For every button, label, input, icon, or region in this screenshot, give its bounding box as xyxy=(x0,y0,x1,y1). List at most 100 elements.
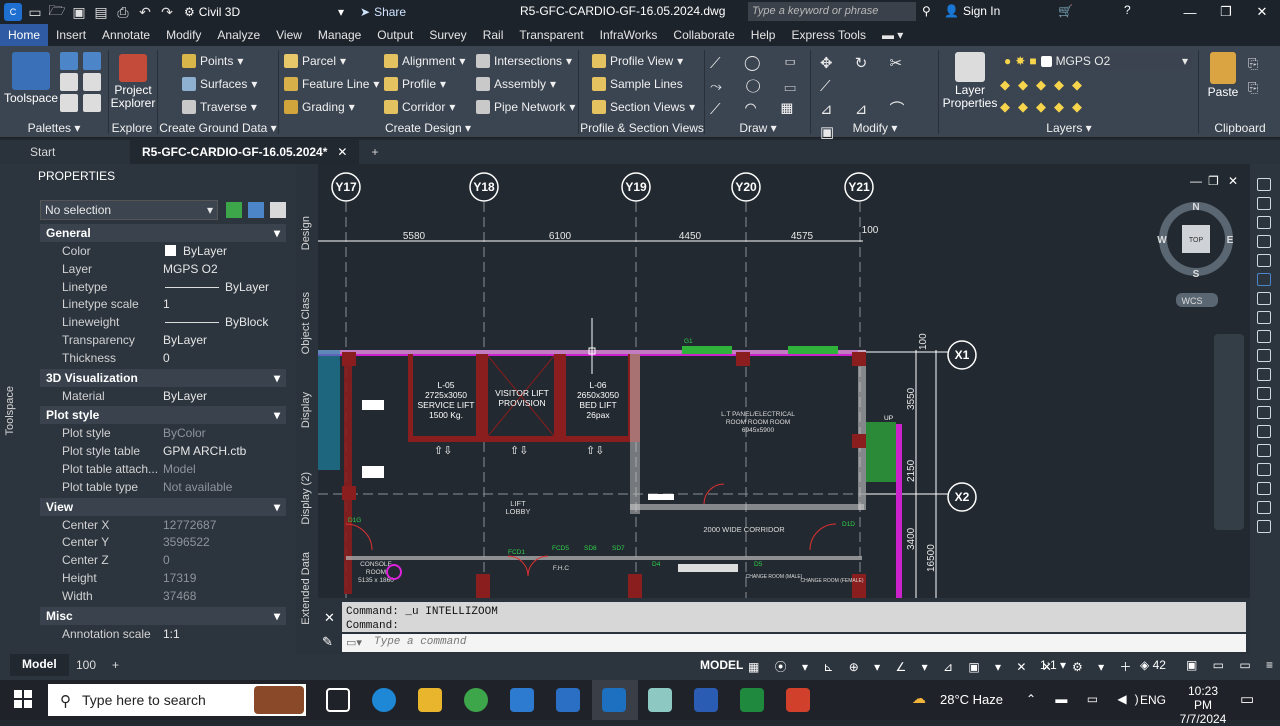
section-vis3d[interactable]: 3D Visualization ▾ xyxy=(40,368,286,387)
tool-icon[interactable] xyxy=(1257,482,1271,495)
ground-panel-label[interactable]: Create Ground Data ▾ xyxy=(158,121,278,135)
task-view-icon[interactable] xyxy=(326,688,350,712)
tab-model[interactable]: Model xyxy=(10,654,69,676)
design-panel-label[interactable]: Create Design ▾ xyxy=(280,121,576,135)
wcs-menu[interactable]: WCS xyxy=(1182,296,1203,306)
tab-infraworks[interactable]: InfraWorks xyxy=(592,24,666,46)
chrome-icon[interactable] xyxy=(464,688,488,712)
ribbon-toggle-icon[interactable]: ▬ ▾ xyxy=(874,24,911,46)
property-row[interactable]: Layer MGPS O2 xyxy=(40,260,286,278)
tool-icon[interactable] xyxy=(1257,330,1271,343)
status-right-icons[interactable]: ▣ ▭ ▭ ≡ xyxy=(1186,658,1279,672)
assembly-button[interactable]: Assembly ▾ xyxy=(476,77,556,91)
intersections-button[interactable]: Intersections ▾ xyxy=(476,54,572,68)
vtab-display-2[interactable]: Display (2) xyxy=(300,472,312,525)
command-prompt-icon[interactable]: ▭▾ xyxy=(346,636,362,649)
elevation-count[interactable]: ◈ 42 xyxy=(1140,658,1166,672)
tool-icon[interactable] xyxy=(1257,292,1271,305)
vtab-design[interactable]: Design xyxy=(300,216,312,250)
viewport-minimize-icon[interactable]: — xyxy=(1190,174,1202,188)
mail-icon[interactable] xyxy=(556,688,580,712)
green-app-icon[interactable] xyxy=(740,688,764,712)
viewport-close-icon[interactable]: ✕ xyxy=(1228,174,1238,188)
compass-w[interactable]: W xyxy=(1157,235,1167,246)
tool-icon[interactable] xyxy=(1257,197,1271,210)
layer-tools[interactable]: ◆◆◆◆◆ ◆◆◆◆◆ xyxy=(1000,74,1090,118)
tool-icon[interactable] xyxy=(1257,444,1271,457)
property-row[interactable]: Color ByLayer xyxy=(40,242,286,260)
section-plot[interactable]: Plot style ▾ xyxy=(40,406,286,425)
tool-icon[interactable] xyxy=(1257,349,1271,362)
redo-icon[interactable]: ↷ xyxy=(158,3,176,21)
draw-tools[interactable]: ⟋ ◯ ▭ ⤳ ◯ ▭ ⟋ ◠ ▦ xyxy=(710,52,806,121)
autocad-icon[interactable] xyxy=(786,688,810,712)
command-input[interactable]: Type a command xyxy=(342,634,1246,652)
section-general[interactable]: General ▾ xyxy=(40,224,286,242)
status-tools[interactable]: ⚙ ▾ ＋ xyxy=(1072,658,1137,675)
pipe-network-button[interactable]: Pipe Network ▾ xyxy=(476,100,575,114)
right-toolbar[interactable] xyxy=(1250,164,1280,654)
close-icon[interactable]: ✕ xyxy=(337,145,347,159)
tool-icon[interactable] xyxy=(1257,520,1271,533)
new-file-icon[interactable]: ▭ xyxy=(26,3,44,21)
property-row[interactable]: Plot table type Not available xyxy=(40,478,286,496)
tool-icon[interactable] xyxy=(1257,387,1271,400)
section-view[interactable]: View ▾ xyxy=(40,497,286,516)
traverse-button[interactable]: Traverse ▾ xyxy=(182,100,257,114)
save-icon[interactable]: ▣ xyxy=(70,3,88,21)
new-tab-button[interactable]: + xyxy=(359,140,390,164)
tool-icon[interactable] xyxy=(1257,368,1271,381)
minimize-icon[interactable]: — xyxy=(1172,0,1208,24)
clipboard-tools[interactable]: ⎘ ⎘ xyxy=(1248,52,1258,100)
notifications-icon[interactable]: ▭ xyxy=(1240,690,1254,708)
property-row[interactable]: Plot style ByColor xyxy=(40,424,286,442)
parcel-button[interactable]: Parcel ▾ xyxy=(284,54,346,68)
modify-panel-label[interactable]: Modify ▾ xyxy=(812,121,938,135)
drawing-svg[interactable]: Y17 Y18 Y19 Y20 Y21 5580 6100 4450 4575 … xyxy=(318,164,1250,598)
feature-line-button[interactable]: Feature Line ▾ xyxy=(284,77,379,91)
tab-help[interactable]: Help xyxy=(743,24,784,46)
tool-icon[interactable] xyxy=(1257,273,1271,286)
property-row[interactable]: Annotation scale 1:1 xyxy=(40,625,286,643)
select-objects-icon[interactable] xyxy=(248,202,264,218)
tab-express-tools[interactable]: Express Tools xyxy=(783,24,873,46)
file-explorer-icon[interactable] xyxy=(418,688,442,712)
property-row[interactable]: Height 17319 xyxy=(40,569,286,587)
palettes-panel-label[interactable]: Palettes ▾ xyxy=(0,121,108,135)
tab-rail[interactable]: Rail xyxy=(475,24,512,46)
profile-view-button[interactable]: Profile View ▾ xyxy=(592,54,683,68)
property-row[interactable]: Center Z 0 xyxy=(40,551,286,569)
annotation-scale[interactable]: 1:1 ▾ xyxy=(1040,658,1066,672)
tab-analyze[interactable]: Analyze xyxy=(209,24,268,46)
save-as-icon[interactable]: ▤ xyxy=(92,3,110,21)
tool-icon[interactable] xyxy=(1257,216,1271,229)
viewport-restore-icon[interactable]: ❐ xyxy=(1208,174,1219,188)
notepad-icon[interactable] xyxy=(648,688,672,712)
tool-icon[interactable] xyxy=(1257,501,1271,514)
grading-button[interactable]: Grading ▾ xyxy=(284,100,355,114)
draw-panel-label[interactable]: Draw ▾ xyxy=(706,121,810,135)
property-row[interactable]: Lineweight ByBlock xyxy=(40,313,286,331)
search-icon[interactable]: ⚲ xyxy=(922,4,931,18)
property-row[interactable]: Transparency ByLayer xyxy=(40,331,286,349)
add-layout-icon[interactable]: + xyxy=(112,658,119,672)
tab-layout-100[interactable]: 100 xyxy=(76,658,96,672)
help-icon[interactable]: ? xyxy=(1124,3,1131,17)
restore-icon[interactable]: ❐ xyxy=(1208,0,1244,24)
vtab-object-class[interactable]: Object Class xyxy=(300,292,312,354)
tab-transparent[interactable]: Transparent xyxy=(511,24,591,46)
profile-button[interactable]: Profile ▾ xyxy=(384,77,446,91)
property-row[interactable]: Width 37468 xyxy=(40,587,286,605)
sample-lines-button[interactable]: Sample Lines xyxy=(592,77,683,91)
tool-palette-icon[interactable] xyxy=(60,94,78,112)
property-row[interactable]: Plot table attach... Model xyxy=(40,460,286,478)
viewport-controls[interactable]: — ❐ ✕ xyxy=(1190,174,1238,188)
tray-icons[interactable]: ⌃ ▬ ▭ ◀) xyxy=(1026,692,1147,706)
windows-start-icon[interactable] xyxy=(14,690,32,708)
layers-panel-label[interactable]: Layers ▾ xyxy=(940,121,1198,135)
vtab-extended-data[interactable]: Extended Data xyxy=(300,552,312,625)
property-row[interactable]: Plot style table GPM ARCH.ctb xyxy=(40,442,286,460)
tool-icon[interactable] xyxy=(1257,425,1271,438)
tool-icon[interactable] xyxy=(1257,178,1271,191)
viewcube[interactable]: TOP N S E W WCS xyxy=(1157,202,1234,307)
